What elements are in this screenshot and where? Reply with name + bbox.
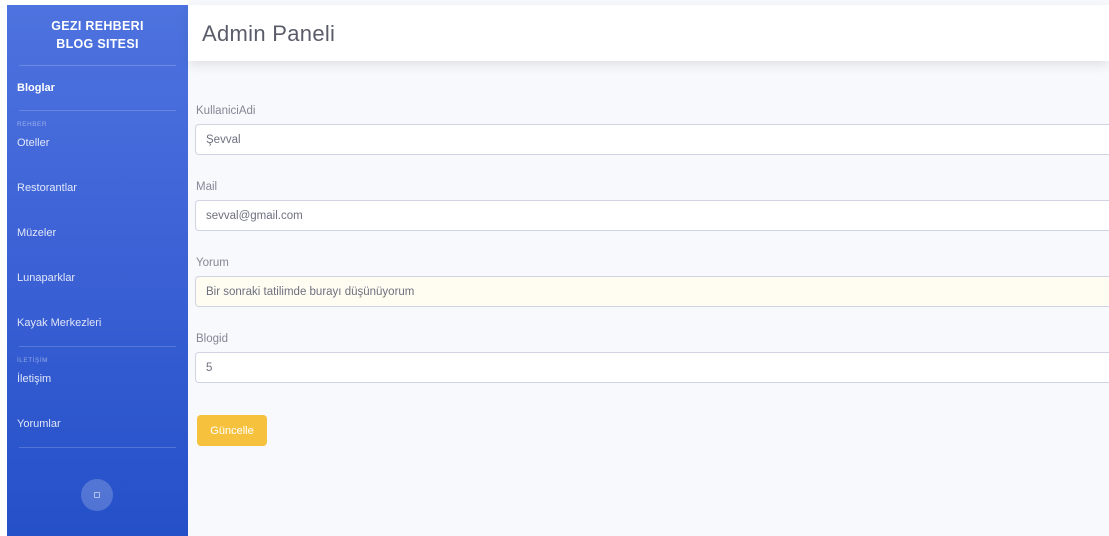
sidebar-toggle-icon — [94, 492, 100, 498]
edit-comment-form: KullaniciAdi Mail Yorum Blogid — [195, 98, 1109, 402]
sidebar-divider — [19, 346, 176, 347]
sidebar-item-oteller[interactable]: Oteller — [7, 121, 188, 166]
sidebar-item-bloglar[interactable]: Bloglar — [7, 66, 188, 110]
brand-line-1: GEZI REHBERI — [51, 19, 144, 33]
sidebar-divider — [19, 110, 176, 111]
sidebar-item-muzeler[interactable]: Müzeler — [7, 211, 188, 256]
username-label: KullaniciAdi — [196, 105, 256, 117]
page-title: Admin Paneli — [202, 21, 336, 46]
sidebar: GEZI REHBERI BLOG SITESI Bloglar REHBER … — [7, 5, 188, 536]
sidebar-item-iletisim[interactable]: İletişim — [7, 357, 188, 402]
blogid-input[interactable] — [195, 352, 1109, 383]
brand-logo[interactable]: GEZI REHBERI BLOG SITESI — [7, 5, 188, 65]
update-button[interactable]: Güncelle — [197, 415, 267, 446]
blogid-label: Blogid — [196, 333, 228, 345]
sidebar-item-kayak-merkezleri[interactable]: Kayak Merkezleri — [7, 301, 188, 346]
comment-label: Yorum — [196, 257, 229, 269]
sidebar-item-lunaparklar[interactable]: Lunaparklar — [7, 256, 188, 301]
sidebar-divider — [19, 447, 176, 448]
sidebar-toggle-button[interactable] — [81, 479, 113, 511]
topbar: Admin Paneli — [188, 5, 1109, 61]
brand-line-2: BLOG SITESI — [56, 37, 139, 51]
username-input[interactable] — [195, 124, 1109, 155]
sidebar-item-restorantlar[interactable]: Restorantlar — [7, 166, 188, 211]
main-content: Admin Paneli KullaniciAdi Mail Yorum Blo… — [188, 0, 1109, 536]
sidebar-item-yorumlar[interactable]: Yorumlar — [7, 402, 188, 447]
mail-input[interactable] — [195, 200, 1109, 231]
comment-input[interactable] — [195, 276, 1109, 307]
mail-label: Mail — [196, 181, 218, 193]
